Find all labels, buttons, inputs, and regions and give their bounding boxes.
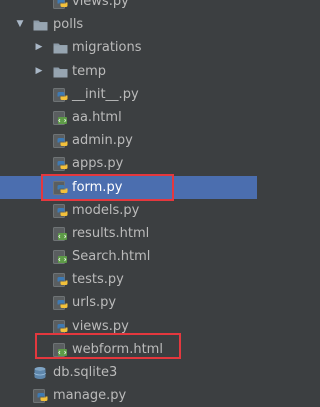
tree-item-views-py[interactable]: views.py	[0, 315, 257, 338]
python-file-icon	[53, 180, 68, 195]
collapse-arrow-icon[interactable]: ▶	[33, 60, 45, 83]
tree-item-db-sqlite3[interactable]: db.sqlite3	[0, 361, 257, 384]
database-icon	[33, 366, 48, 380]
python-file-icon	[53, 296, 68, 311]
tree-item-search-html[interactable]: Search.html	[0, 245, 257, 268]
folder-icon	[53, 42, 68, 54]
expand-arrow-icon[interactable]: ▼	[14, 13, 26, 36]
python-file-icon	[53, 273, 68, 288]
python-file-icon	[53, 157, 68, 172]
python-file-icon	[53, 87, 68, 102]
tree-item-label: views.py	[72, 318, 129, 334]
tree-item-label: __init__.py	[72, 86, 139, 102]
tree-item-urls-py[interactable]: urls.py	[0, 291, 257, 314]
html-file-icon	[53, 226, 68, 241]
tree-item-manage-py[interactable]: manage.py	[0, 384, 257, 407]
tree-item-results-html[interactable]: results.html	[0, 222, 257, 245]
tree-item-label: urls.py	[72, 295, 117, 311]
tree-item-label: form.py	[72, 179, 123, 195]
html-file-icon	[53, 110, 68, 125]
tree-item-views-py[interactable]: views.py	[0, 0, 257, 13]
tree-item-label: apps.py	[72, 156, 124, 172]
folder-icon	[53, 66, 68, 78]
python-file-icon	[53, 203, 68, 218]
tree-item-label: tests.py	[72, 272, 124, 288]
python-file-icon	[53, 134, 68, 149]
tree-item-label: views.py	[72, 0, 129, 9]
tree-item-label: manage.py	[53, 388, 127, 404]
tree-item-label: db.sqlite3	[53, 365, 118, 380]
tree-item-label: temp	[72, 63, 107, 79]
tree-item-init-py[interactable]: __init__.py	[0, 83, 257, 106]
tree-item-label: Search.html	[72, 249, 151, 265]
tree-item-label: admin.py	[72, 133, 133, 149]
tree-item-label: migrations	[72, 40, 142, 56]
tree-item-migrations[interactable]: ▶ migrations	[0, 36, 257, 59]
tree-item-label: polls	[53, 17, 84, 33]
html-file-icon	[53, 250, 68, 265]
folder-icon	[33, 19, 48, 31]
tree-item-label: webform.html	[72, 341, 163, 357]
tree-item-label: models.py	[72, 202, 140, 218]
collapse-arrow-icon[interactable]: ▶	[33, 36, 45, 59]
tree-item-tests-py[interactable]: tests.py	[0, 268, 257, 291]
html-file-icon	[53, 342, 68, 357]
tree-item-form-py[interactable]: form.py	[0, 173, 257, 201]
tree-item-temp[interactable]: ▶ temp	[0, 60, 257, 83]
tree-item-apps-py[interactable]: apps.py	[0, 152, 257, 175]
tree-item-models-py[interactable]: models.py	[0, 199, 257, 222]
tree-item-webform-html[interactable]: webform.html	[0, 332, 257, 361]
tree-item-label: results.html	[72, 225, 150, 241]
tree-item-admin-py[interactable]: admin.py	[0, 129, 257, 152]
tree-item-aa-html[interactable]: aa.html	[0, 106, 257, 129]
project-tree: views.py ▼ polls ▶ migrations ▶ temp __init__.p…	[0, 0, 257, 407]
python-file-icon	[53, 319, 68, 334]
python-file-icon	[33, 389, 48, 404]
python-file-icon	[53, 0, 68, 9]
tree-item-polls[interactable]: ▼ polls	[0, 13, 257, 36]
tree-item-label: aa.html	[72, 109, 122, 125]
